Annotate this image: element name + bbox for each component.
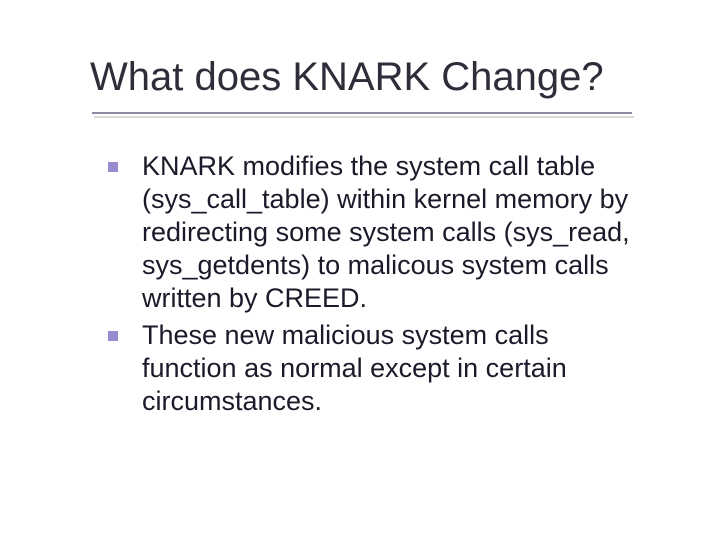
slide-body: KNARK modifies the system call table (sy…	[108, 150, 648, 422]
square-bullet-icon	[108, 331, 118, 341]
list-item-text: These new malicious system calls functio…	[142, 320, 567, 416]
list-item-text: KNARK modifies the system call table (sy…	[142, 151, 630, 313]
slide: What does KNARK Change? KNARK modifies t…	[0, 0, 720, 540]
title-underline	[92, 112, 632, 114]
list-item: KNARK modifies the system call table (sy…	[108, 150, 648, 315]
list-item: These new malicious system calls functio…	[108, 319, 648, 418]
title-underline-shadow	[94, 116, 634, 118]
square-bullet-icon	[108, 162, 118, 172]
slide-title: What does KNARK Change?	[90, 55, 604, 99]
